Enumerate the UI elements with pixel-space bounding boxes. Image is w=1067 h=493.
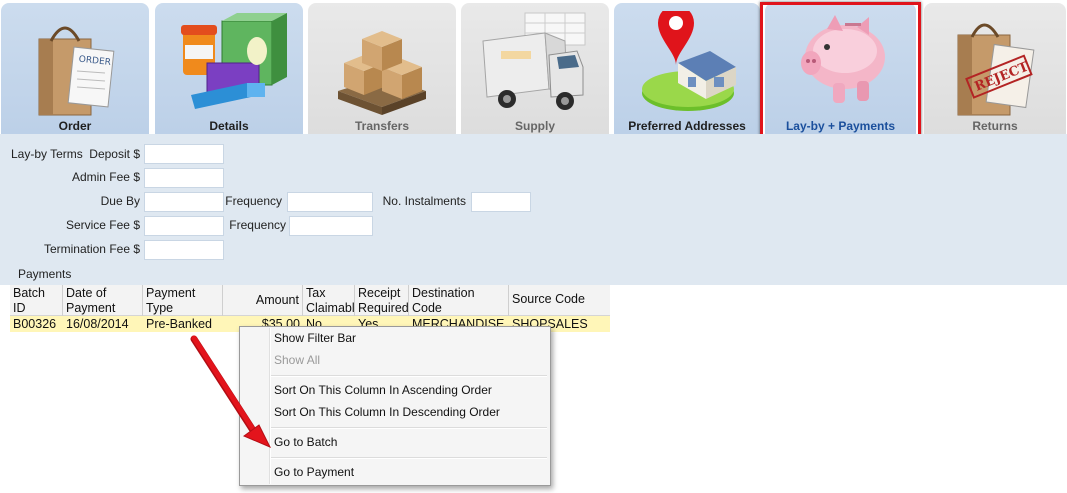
highlight-box [760,2,921,139]
frequency-label: Frequency [225,194,282,208]
tab-transfers[interactable]: Transfers [308,3,456,134]
shopping-bag-order-icon: ORDER [38,26,115,116]
menu-item-show-all[interactable]: Show All [274,353,320,367]
tab-label: Details [209,119,249,133]
cell-batch-id: B00326 [13,317,57,331]
menu-separator [271,375,547,377]
due-by-field[interactable] [144,192,224,212]
deposit-label: Deposit $ [89,147,140,161]
boxes-pallet-icon [338,31,426,115]
tab-details[interactable]: Details [155,3,303,134]
menu-item-go-to-payment[interactable]: Go to Payment [274,465,354,479]
menu-item-sort-descending[interactable]: Sort On This Column In Descending Order [274,405,500,419]
admin-fee-field[interactable] [144,168,224,188]
termination-fee-label: Termination Fee $ [43,242,140,256]
payments-label: Payments [18,267,72,281]
column-header-amount[interactable]: Amount [223,285,303,316]
no-instalments-field[interactable] [471,192,531,212]
deposit-field[interactable] [144,144,224,164]
due-by-label: Due By [100,194,140,208]
cell-date-of-payment: 16/08/2014 [66,317,129,331]
service-fee-field[interactable] [144,216,224,236]
tab-supply[interactable]: Supply [461,3,609,134]
column-header-tax-claimable[interactable]: Tax Claimable [303,285,355,316]
column-header-payment-type[interactable]: Payment Type [143,285,223,316]
tab-label: Order [58,119,92,133]
tab-order[interactable]: ORDER Order [1,3,149,134]
column-header-batch-id[interactable]: Batch ID [10,285,63,316]
cell-payment-type: Pre-Banked [146,317,213,331]
tab-label: Supply [514,119,555,133]
column-header-date-of-payment[interactable]: Date of Payment [63,285,143,316]
column-header-destination-code[interactable]: Destination Code [409,285,509,316]
menu-separator [271,427,547,429]
delivery-truck-icon [482,12,586,110]
service-frequency-label: Frequency [229,218,286,232]
menu-gutter [269,328,271,484]
service-fee-label: Service Fee $ [65,218,140,232]
products-icon [181,13,287,109]
grid-header: Batch ID Date of Payment Payment Type Am… [10,285,610,316]
menu-item-show-filter-bar[interactable]: Show Filter Bar [274,331,356,345]
no-instalments-label: No. Instalments [382,194,466,208]
tab-label: Preferred Addresses [628,119,746,133]
column-header-receipt-required[interactable]: Receipt Required [355,285,409,316]
layby-terms-label: Lay-by Terms [11,147,83,161]
layby-terms-panel: Lay-by Terms Deposit $ Admin Fee $ Due B… [0,134,1067,285]
tab-returns[interactable]: REJECT Returns [924,3,1066,134]
service-frequency-field[interactable] [289,216,373,236]
rejected-bag-icon: REJECT [957,23,1035,116]
tab-preferred-addresses[interactable]: Preferred Addresses [614,3,760,134]
menu-item-sort-ascending[interactable]: Sort On This Column In Ascending Order [274,383,492,397]
menu-item-go-to-batch[interactable]: Go to Batch [274,435,337,449]
tab-label: Transfers [354,119,410,133]
menu-separator [271,457,547,459]
termination-fee-field[interactable] [144,240,224,260]
tab-label: Returns [972,119,1018,133]
column-header-source-code[interactable]: Source Code [509,285,610,316]
context-menu: Show Filter Bar Show All Sort On This Co… [239,326,551,486]
map-pin-house-icon [642,11,736,111]
due-frequency-field[interactable] [287,192,373,212]
tab-bar: ORDER Order Details Transfers Supply Pre… [0,0,1067,139]
admin-fee-label: Admin Fee $ [71,170,140,184]
